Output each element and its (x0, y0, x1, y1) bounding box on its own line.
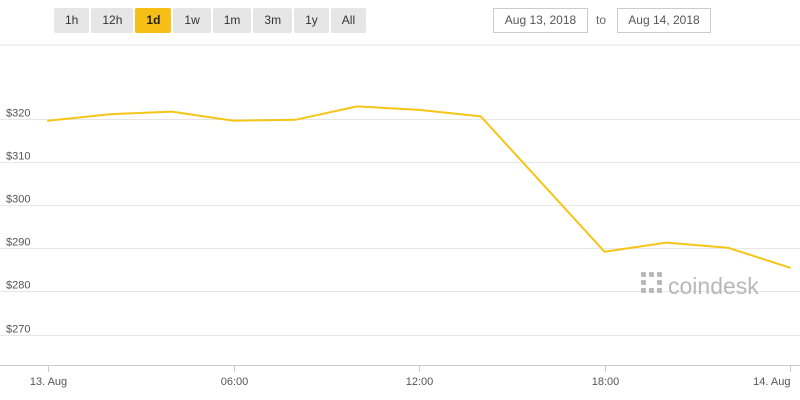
price-chart: $270 $280 $290 $300 $310 $320 13. Aug 06:00 12:… (0, 44, 800, 388)
x-tick-label: 13. Aug (30, 376, 67, 388)
y-tick-label: $290 (6, 237, 30, 249)
y-tick-label: $270 (6, 324, 30, 336)
y-tick-label: $320 (6, 108, 30, 120)
y-tick-label: $300 (6, 194, 30, 206)
coindesk-watermark: coindesk (641, 272, 759, 299)
y-tick-label: $280 (6, 280, 30, 292)
x-tick-label: 06:00 (221, 376, 249, 388)
coindesk-wordmark: coindesk (668, 273, 759, 299)
price-series-line (47, 105, 791, 269)
coindesk-logo-icon (641, 272, 662, 293)
y-tick-label: $310 (6, 151, 30, 163)
series-layer (47, 105, 791, 269)
y-axis-labels: $270 $280 $290 $300 $310 $320 (6, 108, 30, 336)
x-axis: 13. Aug 06:00 12:00 18:00 14. Aug (0, 365, 800, 388)
x-tick-label: 14. Aug (753, 376, 790, 388)
x-tick-label: 12:00 (406, 376, 434, 388)
x-tick-label: 18:00 (592, 376, 620, 388)
